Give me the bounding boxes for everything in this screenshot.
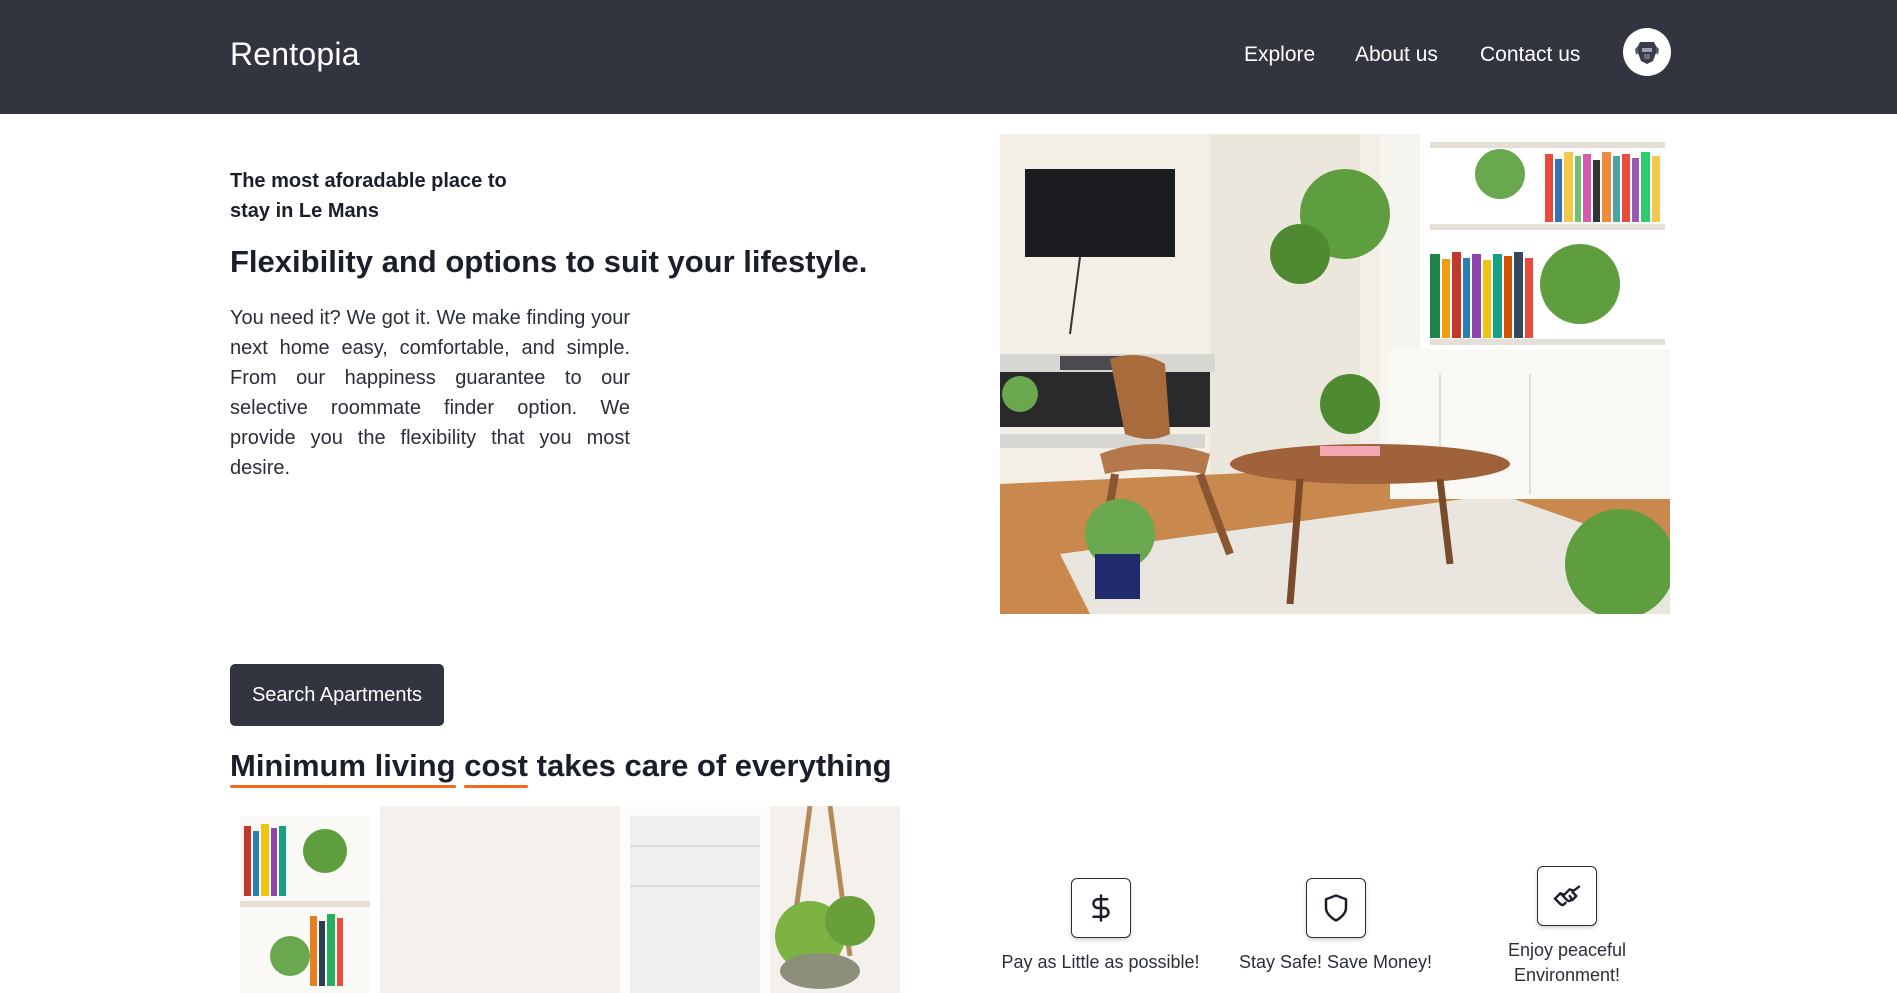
user-avatar[interactable]: [1623, 28, 1671, 76]
hero-description: You need it? We got it. We make finding …: [230, 307, 630, 479]
section-title: Minimum living cost takes care of everyt…: [230, 748, 892, 788]
hero-title: Flexibility and options to suit your lif…: [230, 244, 868, 279]
section-title-highlight-2: cost: [464, 748, 528, 788]
feature-label: Enjoy peaceful Environment!: [1507, 940, 1627, 985]
hero-eyebrow: The most aforadable place to stay in Le …: [230, 170, 507, 222]
nav-link-contact[interactable]: Contact us: [1480, 43, 1580, 67]
bright-room-photo: [230, 806, 900, 993]
robot-head-icon: [1635, 42, 1659, 64]
section-title-highlight-1: Minimum living: [230, 748, 456, 788]
brand-logo[interactable]: Rentopia: [230, 36, 360, 73]
feature-peaceful: Enjoy peaceful Environment!: [1492, 866, 1642, 988]
feature-stay-safe: Stay Safe! Save Money!: [1233, 878, 1438, 975]
living-room-photo: [1000, 134, 1670, 614]
dollar-icon: [1070, 878, 1131, 938]
section-title-rest: takes care of everything: [536, 748, 892, 783]
feature-pay-little: Pay as Little as possible!: [998, 878, 1203, 975]
feature-label: Stay Safe! Save Money!: [1238, 952, 1433, 972]
feature-label: Pay as Little as possible!: [1001, 952, 1200, 972]
top-navbar: Rentopia Explore About us Contact us: [0, 0, 1897, 114]
nav-link-about[interactable]: About us: [1355, 43, 1438, 67]
handshake-icon: [1537, 866, 1597, 926]
nav-link-explore[interactable]: Explore: [1244, 43, 1315, 67]
shield-icon: [1305, 878, 1366, 938]
search-apartments-button[interactable]: Search Apartments: [230, 664, 444, 726]
